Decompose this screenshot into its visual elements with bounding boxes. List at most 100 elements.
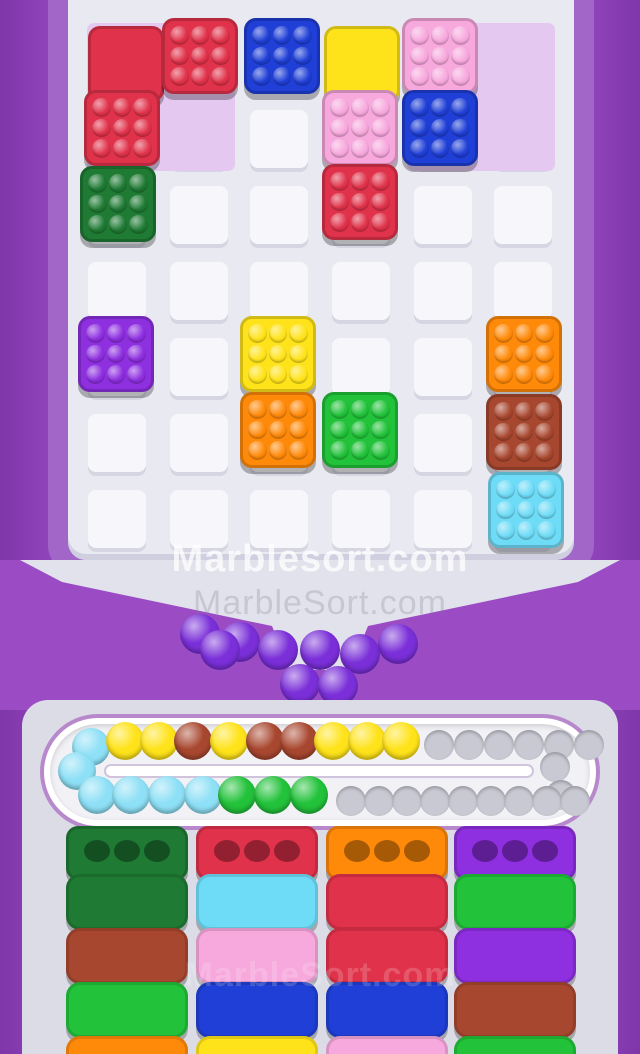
block-bump: [330, 118, 349, 138]
color-tray[interactable]: [66, 874, 188, 930]
block-bump: [211, 67, 230, 86]
tray-column[interactable]: [326, 826, 448, 1054]
block-bump: [430, 67, 450, 86]
block-brown[interactable]: [486, 394, 562, 470]
color-tray[interactable]: [196, 1036, 318, 1054]
block-bump: [106, 324, 126, 343]
receiver-hole: [532, 840, 558, 862]
column-receiver[interactable]: [454, 826, 576, 880]
block-red-lower[interactable]: [84, 90, 160, 166]
conveyor-marble: [218, 776, 256, 814]
column-receiver[interactable]: [196, 826, 318, 880]
block-bump: [350, 192, 370, 212]
block-orange-left[interactable]: [240, 392, 316, 468]
empty-slot: [574, 730, 604, 760]
block-bump: [108, 194, 128, 214]
block-bump: [535, 402, 554, 421]
conveyor-marble: [140, 722, 178, 760]
block-bump: [330, 98, 349, 117]
block-bump: [350, 98, 370, 117]
block-yellow[interactable]: [240, 316, 316, 392]
block-bump: [451, 46, 470, 66]
color-tray[interactable]: [326, 874, 448, 930]
grid-cell: [414, 186, 472, 244]
conveyor-marble: [148, 776, 186, 814]
block-bump: [330, 400, 349, 419]
block-bump: [371, 400, 390, 419]
empty-slot: [336, 786, 366, 816]
block-bump: [112, 139, 132, 158]
block-bump: [350, 172, 370, 191]
color-tray[interactable]: [326, 1036, 448, 1054]
block-bump: [535, 324, 554, 343]
block-orange-right[interactable]: [486, 316, 562, 392]
block-bump: [268, 344, 288, 364]
block-bump: [410, 26, 429, 45]
block-bump: [248, 441, 267, 460]
conveyor-marble: [280, 722, 318, 760]
block-bump: [190, 67, 210, 86]
block-purple[interactable]: [78, 316, 154, 392]
block-blue-top[interactable]: [244, 18, 320, 94]
block-bump: [514, 324, 534, 343]
block-pink-top[interactable]: [402, 18, 478, 94]
color-tray[interactable]: [66, 1036, 188, 1054]
block-bump: [410, 118, 429, 138]
empty-slot: [540, 752, 570, 782]
receiver-hole: [244, 840, 270, 862]
block-bump: [514, 443, 534, 462]
block-bump: [494, 365, 513, 384]
block-bump: [494, 324, 513, 343]
block-bump: [330, 139, 349, 158]
receiver-hole: [404, 840, 430, 862]
grid-cell: [494, 262, 552, 320]
block-bump: [430, 139, 450, 158]
block-bump: [92, 139, 111, 158]
block-blue-in-right-container[interactable]: [402, 90, 478, 166]
block-green[interactable]: [322, 392, 398, 468]
block-red-top[interactable]: [162, 18, 238, 94]
block-bump: [410, 67, 429, 86]
color-tray[interactable]: [196, 874, 318, 930]
block-bump: [190, 26, 210, 45]
block-cyan[interactable]: [488, 472, 564, 548]
grid-cell: [170, 414, 228, 472]
conveyor-marble: [112, 776, 150, 814]
block-bump: [537, 480, 556, 499]
block-bump: [272, 67, 292, 86]
block-bump: [350, 118, 370, 138]
column-receiver[interactable]: [66, 826, 188, 880]
tray-column[interactable]: [66, 826, 188, 1054]
block-bump: [410, 139, 429, 158]
block-bump: [293, 46, 312, 66]
receiver-hole: [374, 840, 400, 862]
watermark-faded: MarbleSort.com: [184, 956, 456, 994]
empty-slot: [364, 786, 394, 816]
block-bump: [537, 500, 556, 520]
block-bump: [289, 344, 308, 364]
block-dark-green[interactable]: [80, 166, 156, 242]
grid-cell: [170, 186, 228, 244]
marble: [258, 630, 298, 670]
grid-cell: [414, 414, 472, 472]
conveyor-marble: [246, 722, 284, 760]
grid-cell: [414, 338, 472, 396]
block-bump: [92, 118, 111, 138]
block-bump: [371, 441, 390, 460]
block-bump: [289, 400, 308, 419]
column-receiver[interactable]: [326, 826, 448, 880]
block-bump: [268, 441, 288, 460]
tray-column[interactable]: [454, 826, 576, 1054]
block-bump: [272, 26, 292, 45]
block-bump: [514, 402, 534, 421]
color-tray[interactable]: [454, 1036, 576, 1054]
block-bump: [248, 324, 267, 343]
block-bump: [268, 420, 288, 440]
tray-column[interactable]: [196, 826, 318, 1054]
block-pink-middle[interactable]: [322, 90, 398, 166]
block-bump: [88, 194, 107, 214]
grid-cell: [250, 262, 308, 320]
block-bump: [129, 174, 148, 193]
color-tray[interactable]: [454, 874, 576, 930]
block-red-middle[interactable]: [322, 164, 398, 240]
